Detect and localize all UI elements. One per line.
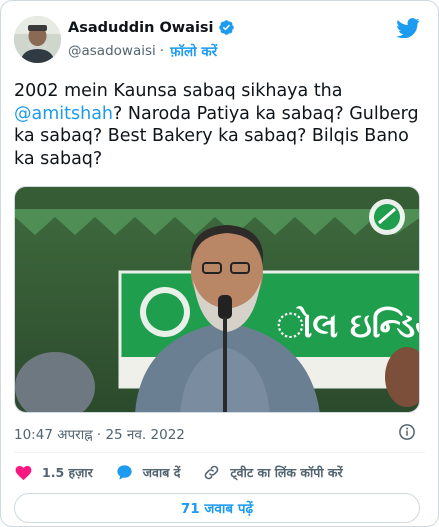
heart-icon xyxy=(15,466,32,481)
info-icon[interactable] xyxy=(398,423,416,441)
read-replies-button[interactable]: 71 जवाब पढ़ें xyxy=(14,493,420,523)
avatar[interactable] xyxy=(14,16,61,63)
author-handle[interactable]: @asadowaisi xyxy=(68,43,156,59)
divider xyxy=(14,452,425,453)
verified-badge-icon xyxy=(218,20,234,35)
separator-dot: · xyxy=(159,43,165,59)
follow-button[interactable]: फ़ॉलो करें xyxy=(170,42,217,60)
speech-bubble-icon xyxy=(117,465,132,480)
twitter-bird-icon[interactable] xyxy=(396,18,420,38)
copy-link-label: ट्वीट का लिंक कॉपी करें xyxy=(230,465,343,480)
like-count: 1.5 हज़ार xyxy=(42,465,93,480)
tweet-text-part: 2002 mein Kaunsa sabaq sikhaya tha xyxy=(14,81,343,101)
tweet-video[interactable]: ોલ ઇન્ડિયા xyxy=(14,186,420,413)
mention-link[interactable]: @amitshah xyxy=(14,104,113,124)
author-name[interactable]: Asaduddin Owaisi xyxy=(68,20,214,36)
reply-button[interactable]: जवाब दें xyxy=(115,463,181,482)
copy-link-button[interactable]: ट्वीट का लिंक कॉपी करें xyxy=(202,463,343,482)
like-button[interactable]: 1.5 हज़ार xyxy=(14,463,93,482)
action-bar: 1.5 हज़ार जवाब दें ट्वीट का लिंक कॉपी कर… xyxy=(14,463,365,482)
reply-label: जवाब दें xyxy=(142,465,181,480)
tweet-card: Asaduddin Owaisi @asadowaisi · फ़ॉलो करे… xyxy=(0,0,439,527)
tweet-text: 2002 mein Kaunsa sabaq sikhaya tha @amit… xyxy=(14,80,429,170)
tweet-timestamp[interactable]: 10:47 अपराह्न · 25 नव. 2022 xyxy=(14,425,185,443)
video-frame: ોલ ઇન્ડિયા xyxy=(15,187,420,412)
banner-text: ોલ ઇન્ડિયા xyxy=(277,305,420,346)
link-icon xyxy=(205,465,219,480)
